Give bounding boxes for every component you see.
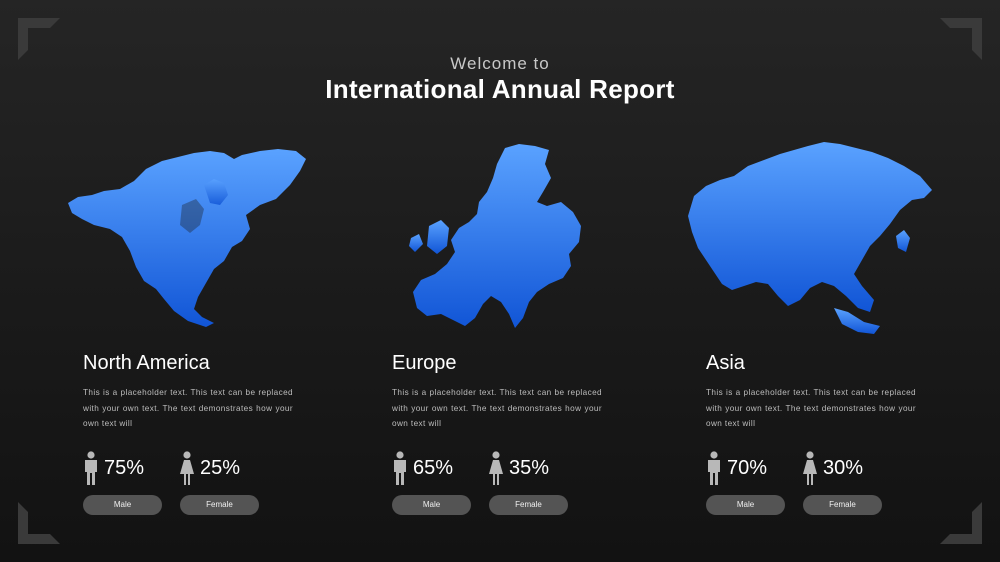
male-stat: 70% — [706, 451, 767, 485]
page-subtitle: Welcome to — [450, 54, 550, 73]
male-person-icon — [85, 451, 97, 485]
region-name: North America — [83, 352, 210, 374]
asia-map — [684, 136, 936, 336]
female-stat: 30% — [802, 451, 863, 485]
region-name: Europe — [392, 352, 457, 374]
gender-stats: 65% 35% — [392, 451, 602, 491]
region-description: This is a placeholder text. This text ca… — [392, 388, 602, 428]
region-description: This is a placeholder text. This text ca… — [83, 388, 293, 428]
male-percentage: 70% — [727, 456, 768, 479]
female-percentage: 35% — [509, 456, 550, 479]
male-person-icon — [394, 451, 406, 485]
female-stat: 35% — [488, 451, 549, 485]
gender-labels: Male Female — [83, 495, 293, 515]
male-percentage: 65% — [413, 456, 454, 479]
page-title: International Annual Report — [325, 74, 675, 104]
female-percentage: 25% — [200, 456, 241, 479]
gender-stats: 70% 30% — [706, 451, 916, 491]
region-name: Asia — [706, 352, 745, 374]
region-card-asia: Asia This is a placeholder text. This te… — [706, 352, 916, 515]
male-person-icon — [708, 451, 720, 485]
gender-stats: 75% 25% — [83, 451, 293, 491]
male-percentage: 75% — [104, 456, 145, 479]
region-card-europe: Europe This is a placeholder text. This … — [392, 352, 602, 515]
male-label-pill: Male — [392, 495, 471, 515]
gender-labels: Male Female — [392, 495, 602, 515]
female-person-icon — [180, 451, 194, 485]
gender-labels: Male Female — [706, 495, 916, 515]
europe-map — [405, 142, 585, 330]
female-stat: 25% — [179, 451, 240, 485]
female-person-icon — [803, 451, 817, 485]
male-label-pill: Male — [706, 495, 785, 515]
female-label-pill: Female — [180, 495, 259, 515]
male-stat: 65% — [392, 451, 453, 485]
region-card-north-america: North America This is a placeholder text… — [83, 352, 293, 515]
region-description: This is a placeholder text. This text ca… — [706, 388, 916, 428]
male-stat: 75% — [83, 451, 144, 485]
female-person-icon — [489, 451, 503, 485]
female-label-pill: Female — [489, 495, 568, 515]
male-label-pill: Male — [83, 495, 162, 515]
north-america-map — [64, 145, 309, 327]
corner-bracket-bottom-right — [940, 502, 982, 544]
corner-bracket-bottom-left — [18, 502, 60, 544]
female-label-pill: Female — [803, 495, 882, 515]
female-percentage: 30% — [823, 456, 864, 479]
